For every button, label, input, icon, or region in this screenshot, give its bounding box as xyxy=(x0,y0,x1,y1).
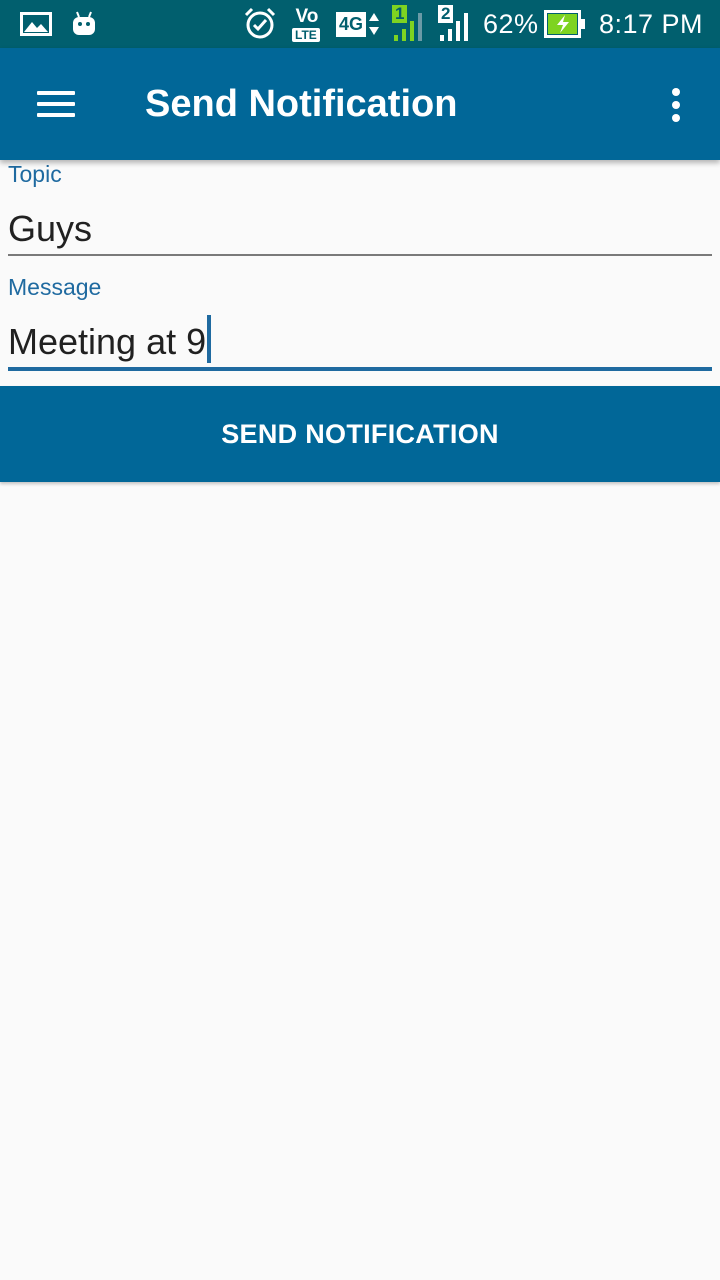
message-input[interactable] xyxy=(8,319,712,365)
topic-label: Topic xyxy=(8,161,62,187)
battery-percent: 62% xyxy=(483,8,539,39)
topic-input[interactable] xyxy=(8,206,712,252)
topic-field[interactable]: Topic xyxy=(8,160,712,260)
4g-icon: 4G xyxy=(336,0,380,48)
alarm-icon xyxy=(242,0,278,48)
message-underline xyxy=(8,367,712,371)
android-icon xyxy=(70,0,98,48)
topic-underline xyxy=(8,254,712,256)
volte-icon: Vo LTE xyxy=(292,0,320,48)
clock: 8:17 PM xyxy=(599,8,704,39)
gallery-icon xyxy=(20,0,52,48)
message-field[interactable]: Message xyxy=(8,273,712,375)
hamburger-menu-icon[interactable] xyxy=(20,74,92,134)
more-vert-icon[interactable] xyxy=(652,78,700,132)
message-label: Message xyxy=(8,274,102,300)
battery-charging-icon xyxy=(544,0,586,48)
signal-sim1-icon: 1 xyxy=(390,0,430,48)
page-title: Send Notification xyxy=(145,82,458,125)
text-cursor xyxy=(207,315,211,363)
app-bar: Send Notification xyxy=(0,48,720,160)
signal-sim2-icon: 2 xyxy=(436,0,476,48)
status-bar: Vo LTE 4G 1 2 62% 8:17 PM xyxy=(0,0,720,48)
send-notification-button[interactable]: SEND NOTIFICATION xyxy=(0,386,720,482)
